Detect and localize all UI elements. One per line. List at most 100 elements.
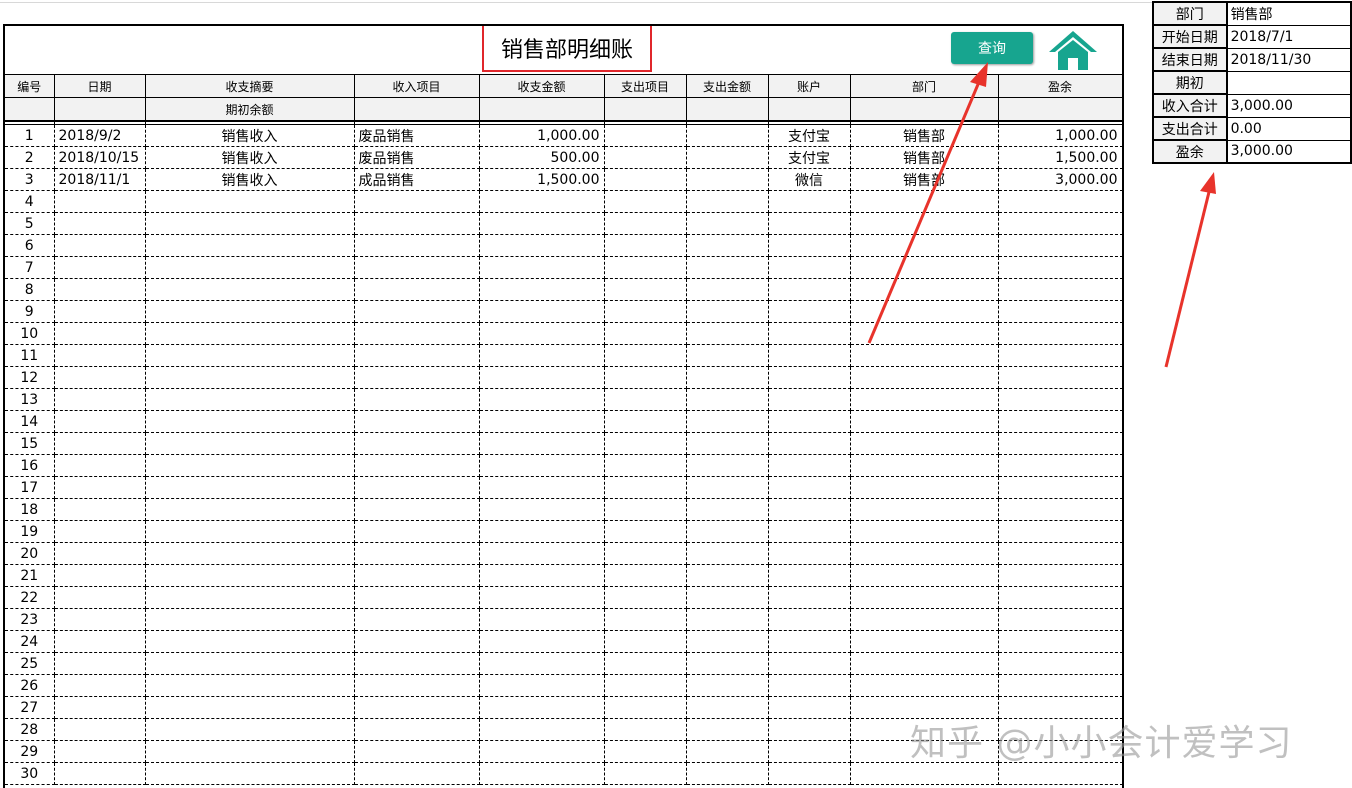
cell[interactable] [145, 256, 355, 279]
cell[interactable] [54, 300, 146, 323]
cell[interactable] [998, 674, 1122, 697]
cell[interactable] [54, 674, 146, 697]
cell[interactable] [354, 322, 480, 345]
cell-no[interactable]: 3 [5, 168, 55, 191]
cell[interactable] [54, 608, 146, 631]
cell[interactable] [604, 520, 687, 543]
cell-no[interactable]: 1 [5, 124, 55, 147]
cell[interactable] [479, 674, 605, 697]
query-button[interactable]: 查询 [951, 32, 1033, 64]
cell[interactable] [479, 696, 605, 719]
cell-no[interactable]: 27 [5, 696, 55, 719]
cell[interactable] [479, 630, 605, 653]
cell-no[interactable]: 26 [5, 674, 55, 697]
cell[interactable] [145, 234, 355, 257]
cell[interactable] [54, 278, 146, 301]
cell[interactable] [998, 212, 1122, 235]
cell[interactable] [998, 586, 1122, 609]
cell-no[interactable]: 14 [5, 410, 55, 433]
cell[interactable] [850, 212, 999, 235]
cell[interactable] [54, 234, 146, 257]
cell[interactable] [479, 388, 605, 411]
cell[interactable] [686, 652, 769, 675]
cell[interactable] [354, 520, 480, 543]
cell[interactable] [145, 586, 355, 609]
cell[interactable] [850, 190, 999, 213]
cell-summary[interactable]: 销售收入 [145, 124, 355, 147]
cell[interactable] [145, 454, 355, 477]
cell-balance[interactable]: 3,000.00 [998, 168, 1122, 191]
cell[interactable] [604, 674, 687, 697]
cell[interactable] [686, 520, 769, 543]
cell[interactable] [686, 300, 769, 323]
cell[interactable] [604, 234, 687, 257]
cell-no[interactable]: 21 [5, 564, 55, 587]
cell[interactable] [604, 696, 687, 719]
cell[interactable] [768, 344, 851, 367]
cell[interactable] [604, 454, 687, 477]
cell[interactable] [145, 190, 355, 213]
cell[interactable] [686, 454, 769, 477]
cell[interactable] [998, 410, 1122, 433]
cell[interactable] [354, 586, 480, 609]
cell-summary[interactable]: 销售收入 [145, 146, 355, 169]
cell[interactable] [54, 454, 146, 477]
summary-value[interactable] [1226, 70, 1352, 95]
cell[interactable] [354, 652, 480, 675]
cell[interactable] [686, 630, 769, 653]
cell[interactable] [998, 256, 1122, 279]
cell[interactable] [54, 696, 146, 719]
cell[interactable] [998, 278, 1122, 301]
cell[interactable] [479, 498, 605, 521]
cell[interactable] [686, 564, 769, 587]
cell[interactable] [604, 476, 687, 499]
cell[interactable] [479, 586, 605, 609]
cell-account[interactable]: 微信 [768, 168, 851, 191]
cell[interactable] [145, 212, 355, 235]
cell[interactable] [479, 718, 605, 741]
cell[interactable] [850, 366, 999, 389]
cell[interactable] [686, 97, 769, 122]
cell[interactable] [604, 300, 687, 323]
cell[interactable] [768, 674, 851, 697]
cell[interactable] [850, 300, 999, 323]
cell[interactable] [54, 388, 146, 411]
cell-income-item[interactable]: 成品销售 [354, 168, 480, 191]
cell[interactable] [145, 366, 355, 389]
cell-date[interactable]: 2018/11/1 [54, 168, 146, 191]
cell[interactable] [354, 740, 480, 763]
cell[interactable] [850, 630, 999, 653]
cell[interactable] [479, 740, 605, 763]
cell[interactable] [686, 674, 769, 697]
cell-dept[interactable]: 销售部 [850, 146, 999, 169]
cell-balance[interactable]: 1,000.00 [998, 124, 1122, 147]
cell[interactable] [145, 410, 355, 433]
cell[interactable] [145, 520, 355, 543]
cell[interactable] [354, 190, 480, 213]
cell[interactable] [479, 410, 605, 433]
cell[interactable] [686, 542, 769, 565]
cell[interactable] [686, 696, 769, 719]
cell[interactable] [54, 542, 146, 565]
cell[interactable] [354, 476, 480, 499]
cell-no[interactable]: 16 [5, 454, 55, 477]
cell-no[interactable]: 25 [5, 652, 55, 675]
cell[interactable] [998, 190, 1122, 213]
cell[interactable] [54, 97, 146, 122]
cell[interactable] [479, 476, 605, 499]
cell[interactable] [998, 432, 1122, 455]
cell[interactable] [354, 97, 480, 122]
cell[interactable] [604, 608, 687, 631]
cell[interactable] [5, 97, 55, 122]
cell[interactable] [686, 256, 769, 279]
cell[interactable] [686, 410, 769, 433]
cell[interactable] [54, 212, 146, 235]
cell-exp-item[interactable] [604, 124, 687, 147]
cell[interactable] [850, 388, 999, 411]
summary-value[interactable]: 0.00 [1226, 116, 1352, 141]
cell[interactable] [604, 740, 687, 763]
cell-date[interactable]: 2018/9/2 [54, 124, 146, 147]
cell[interactable] [479, 608, 605, 631]
cell-no[interactable]: 11 [5, 344, 55, 367]
cell[interactable] [998, 322, 1122, 345]
